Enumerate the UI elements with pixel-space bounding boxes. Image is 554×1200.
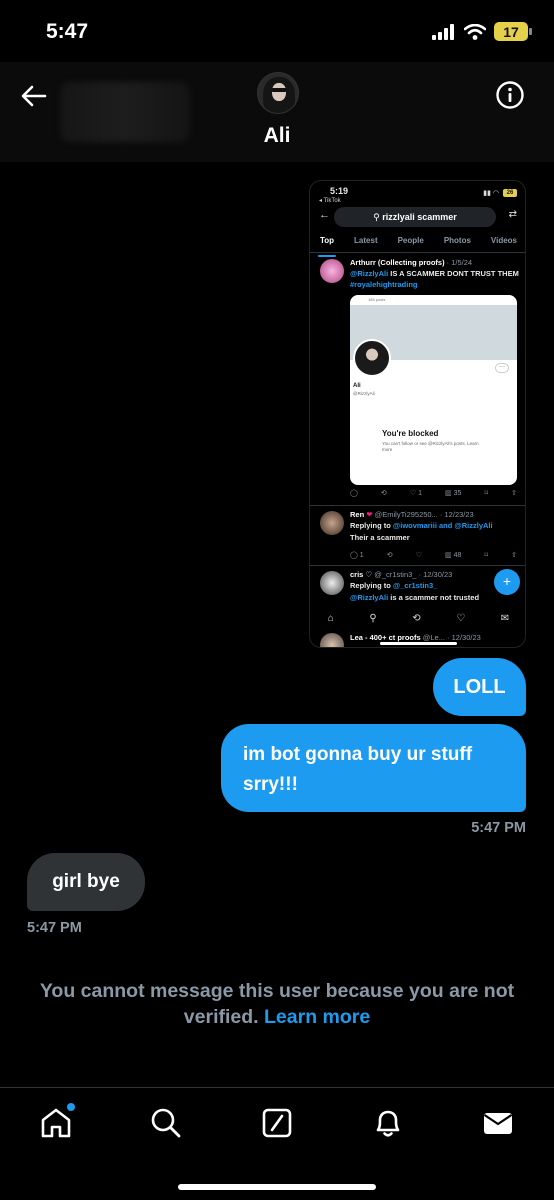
cellular-signal-icon xyxy=(432,23,454,40)
message-timestamp: 5:47 PM xyxy=(471,820,526,836)
envelope-icon xyxy=(483,1113,513,1134)
status-time: 5:47 xyxy=(46,20,89,43)
received-message-bubble[interactable]: girl bye xyxy=(27,853,145,911)
bell-icon xyxy=(376,1110,400,1137)
search-tab[interactable] xyxy=(149,1106,183,1140)
battery-icon: 17 xyxy=(494,22,532,41)
shot-tab-videos: Videos xyxy=(490,236,517,245)
shot-post-header: cris ♡ @_cr1stin3_ · 12/30/23 xyxy=(350,570,453,579)
info-icon[interactable] xyxy=(495,80,525,110)
shot-home-indicator xyxy=(380,642,457,645)
back-arrow-icon[interactable] xyxy=(18,80,50,112)
shot-tab-top: Top xyxy=(317,233,337,257)
shot-search-query: rizzlyali scammer xyxy=(382,212,457,222)
shot-search-bar: ⚲ rizzlyali scammer xyxy=(334,207,496,227)
shot-post-avatar xyxy=(320,259,344,283)
shot-post-header: Lea - 400+ ct proofs @Le... · 12/30/23 xyxy=(350,633,481,642)
shot-post-reply: Replying to @iwovmariii and @RizzlyAli xyxy=(350,521,493,530)
shot-compose-fab: + xyxy=(494,569,520,595)
messages-tab[interactable] xyxy=(481,1106,515,1140)
contact-name[interactable]: Ali xyxy=(0,124,554,148)
shot-battery-icon: 26 xyxy=(503,189,517,197)
home-tab[interactable] xyxy=(39,1103,75,1140)
shot-back-icon: ← xyxy=(319,209,330,221)
search-icon xyxy=(151,1108,181,1138)
shot-post-header: Arthurr (Collecting proofs) · 1/5/24 xyxy=(350,258,473,267)
notification-dot xyxy=(67,1103,75,1111)
wifi-icon xyxy=(464,23,486,40)
sent-message-bubble[interactable]: im bot gonna buy ur stuff srry!!! xyxy=(221,724,526,812)
shot-signal-icon: ▮▮ ◠ xyxy=(483,190,499,197)
conversation-header: Ali xyxy=(0,62,554,162)
shot-post-avatar xyxy=(320,511,344,535)
screenshot-image-message[interactable]: 5:19 ◂ TikTok ▮▮ ◠ 26 ← ⚲ rizzlyali scam… xyxy=(309,180,526,648)
status-bar: 5:47 17 xyxy=(0,0,554,66)
shot-post-text: Their a scammer xyxy=(350,533,410,542)
notifications-tab[interactable] xyxy=(371,1106,405,1140)
grok-tab[interactable] xyxy=(260,1106,294,1140)
message-timestamp: 5:47 PM xyxy=(27,920,82,936)
grok-icon xyxy=(262,1108,292,1138)
shot-post-text: @RizzlyAli is a scammer not trusted xyxy=(350,593,480,602)
home-indicator xyxy=(178,1184,376,1190)
shot-post-actions: ◯ ⟲ ♡ 1 ▥ 35 ⌑ ⇧ xyxy=(350,490,517,497)
shot-post-actions: ◯ 1 ⟲ ♡ ▥ 48 ⌑ ⇧ xyxy=(350,552,517,559)
shot-blocked-title: You're blocked xyxy=(382,429,439,438)
home-icon xyxy=(41,1108,71,1138)
bottom-tab-bar xyxy=(0,1087,554,1200)
shot-status-time: 5:19 xyxy=(330,186,349,196)
shot-post-header: Ren ❤ @EmilyTi295250... · 12/23/23 xyxy=(350,510,474,519)
shot-post-avatar xyxy=(320,571,344,595)
status-icons: 17 xyxy=(432,22,532,41)
shot-profile-pic xyxy=(353,339,391,377)
sent-message-bubble[interactable]: LOLL xyxy=(433,658,526,716)
shot-tab-photos: Photos xyxy=(443,236,471,245)
learn-more-link[interactable]: Learn more xyxy=(264,1006,370,1028)
shot-post-avatar xyxy=(320,633,344,647)
shot-tabs: Top Latest People Photos Videos xyxy=(310,233,525,257)
cannot-message-notice: You cannot message this user because you… xyxy=(0,978,554,1030)
avatar[interactable] xyxy=(257,72,299,114)
shot-post-text: @RizzlyAli IS A SCAMMER DONT TRUST THEM … xyxy=(350,269,519,289)
shot-tab-latest: Latest xyxy=(354,236,378,245)
shot-back-app: ◂ TikTok xyxy=(319,198,341,204)
shot-filter-icon: ⇄ xyxy=(508,209,517,220)
shot-bottom-nav: ⌂ ⚲ ⟲ ♡ ✉ xyxy=(310,607,525,629)
shot-tab-people: People xyxy=(397,236,424,245)
shot-blocked-profile-image: 185 posts ··· Ali @RizzlyAli You're bloc… xyxy=(350,295,517,485)
